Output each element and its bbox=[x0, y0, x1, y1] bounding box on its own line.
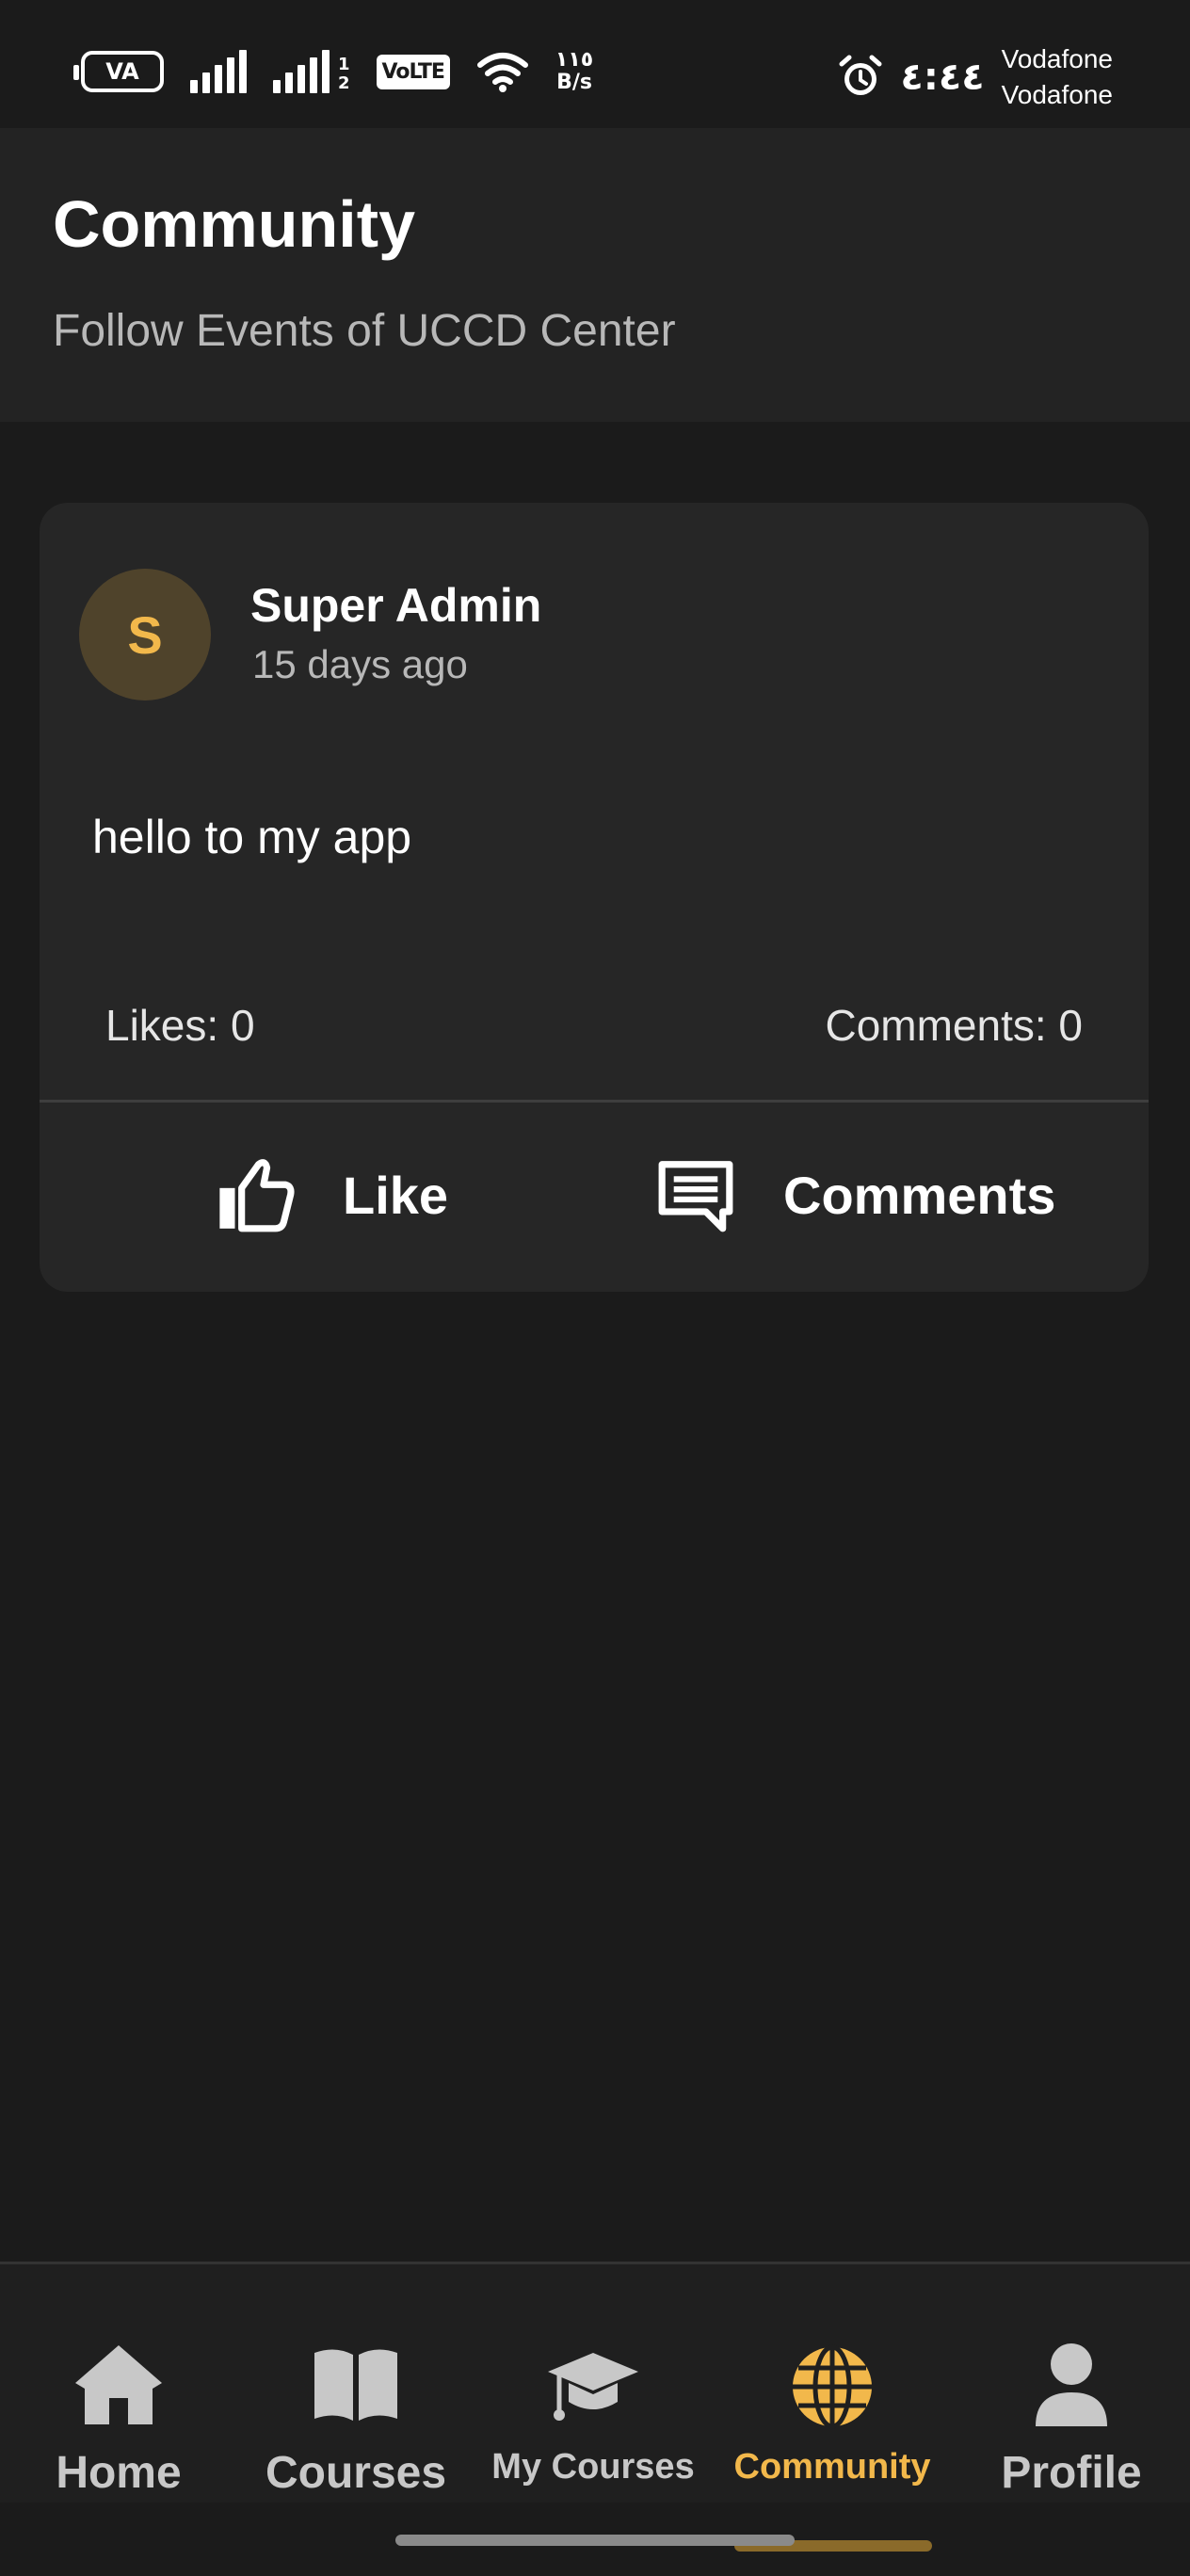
comments-count: Comments: 0 bbox=[825, 1001, 1083, 1050]
post-timestamp: 15 days ago bbox=[252, 642, 468, 686]
graduation-cap-icon bbox=[548, 2353, 638, 2421]
signal-1-icon bbox=[190, 50, 247, 93]
alarm-icon bbox=[839, 55, 882, 95]
page-title: Community bbox=[53, 187, 415, 261]
network-speed: ١١٥ B/s bbox=[555, 49, 593, 94]
nav-community[interactable]: Community bbox=[719, 2340, 945, 2500]
globe-icon bbox=[793, 2344, 872, 2429]
nav-my-courses-label: My Courses bbox=[491, 2447, 695, 2487]
avatar[interactable]: S bbox=[79, 569, 211, 700]
speed-value: ١١٥ bbox=[555, 48, 594, 72]
comments-button[interactable]: Comments bbox=[655, 1124, 1055, 1265]
author-name: Super Admin bbox=[250, 579, 542, 632]
volte-badge: VoLTE bbox=[376, 54, 450, 89]
like-button[interactable]: Like bbox=[215, 1124, 448, 1265]
book-icon bbox=[314, 2349, 397, 2421]
page-header: Community Follow Events of UCCD Center bbox=[0, 128, 1190, 422]
home-gesture-bar[interactable] bbox=[395, 2535, 795, 2546]
likes-count: Likes: 0 bbox=[105, 1001, 255, 1050]
speed-unit: B/s bbox=[556, 71, 592, 94]
battery-level: VA bbox=[105, 58, 139, 85]
wifi-icon bbox=[476, 53, 528, 92]
nav-home[interactable]: Home bbox=[6, 2340, 232, 2500]
battery-icon: VA bbox=[73, 51, 164, 92]
bottom-navigation: Home Courses My Courses Community Profil… bbox=[0, 2262, 1190, 2503]
nav-courses-label: Courses bbox=[265, 2448, 447, 2498]
nav-home-label: Home bbox=[56, 2448, 182, 2498]
like-label: Like bbox=[343, 1165, 449, 1225]
thumbs-up-icon bbox=[219, 1159, 295, 1232]
status-bar: VA 1 2 VoLTE ١١٥ B/s ٤:٤٤ Vodafone Vodaf… bbox=[0, 0, 1190, 128]
page-subtitle: Follow Events of UCCD Center bbox=[53, 306, 676, 356]
gesture-area bbox=[0, 2503, 1190, 2576]
home-icon bbox=[75, 2345, 162, 2424]
post-card: S Super Admin 15 days ago hello to my ap… bbox=[40, 503, 1149, 1292]
nav-my-courses[interactable]: My Courses bbox=[480, 2340, 706, 2500]
signal-2-icon: 1 2 bbox=[273, 50, 350, 93]
nav-community-label: Community bbox=[733, 2447, 931, 2487]
status-icons-left: VA 1 2 VoLTE ١١٥ B/s bbox=[73, 49, 593, 94]
status-icons-right: ٤:٤٤ Vodafone Vodafone bbox=[838, 41, 1113, 113]
comments-label: Comments bbox=[783, 1165, 1056, 1225]
carrier-labels: Vodafone Vodafone bbox=[1002, 41, 1113, 113]
sim-number: 1 2 bbox=[338, 55, 350, 93]
carrier-1: Vodafone bbox=[1001, 44, 1113, 73]
nav-profile[interactable]: Profile bbox=[958, 2340, 1184, 2500]
carrier-2: Vodafone bbox=[1001, 80, 1113, 109]
nav-courses[interactable]: Courses bbox=[243, 2340, 469, 2500]
community-screen: VA 1 2 VoLTE ١١٥ B/s ٤:٤٤ Vodafone Vodaf… bbox=[0, 0, 1190, 2576]
card-divider bbox=[40, 1100, 1149, 1103]
nav-profile-label: Profile bbox=[1001, 2448, 1142, 2498]
clock-time: ٤:٤٤ bbox=[900, 56, 985, 99]
person-icon bbox=[1036, 2343, 1107, 2426]
post-body: hello to my app bbox=[92, 811, 412, 863]
comment-icon bbox=[658, 1161, 733, 1232]
